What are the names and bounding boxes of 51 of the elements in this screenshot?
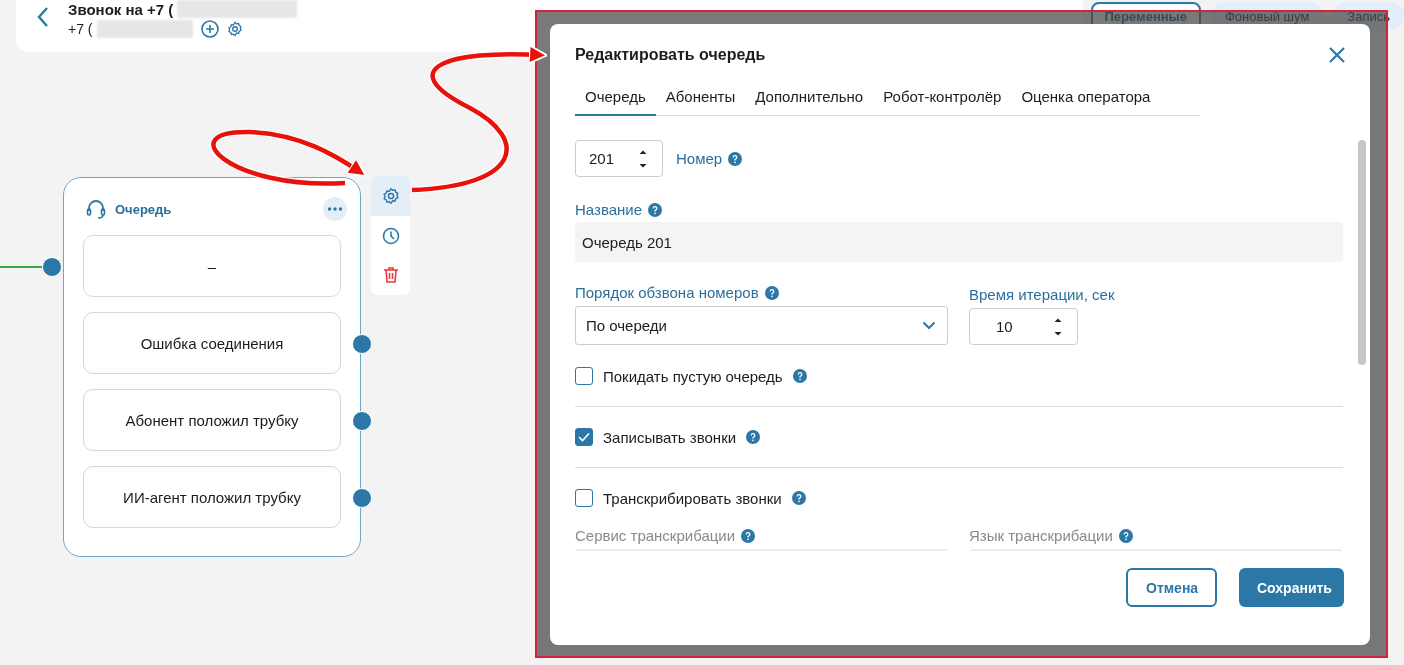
field-label: Время итерации, сек (969, 286, 1115, 303)
checkmark-icon (578, 432, 590, 442)
input-field[interactable]: Очередь 201 (575, 222, 1343, 262)
scrollbar-thumb[interactable] (1358, 140, 1366, 365)
tab[interactable]: Дополнительно (745, 80, 874, 116)
field-label: Язык транскрибации (969, 527, 1113, 544)
field-label: Номер (676, 150, 723, 167)
checkbox-label: Транскрибировать звонки (603, 489, 782, 507)
help-icon[interactable] (1118, 528, 1133, 543)
close-icon[interactable] (1328, 46, 1346, 64)
dialog-title: Редактировать очередь (575, 46, 766, 64)
settings-icon[interactable] (381, 186, 400, 205)
save-button[interactable]: Сохранить (1239, 568, 1344, 607)
tab[interactable]: Робот-контролёр (873, 80, 1012, 116)
back-icon[interactable] (36, 6, 50, 28)
checkbox-label: Покидать пустую очередь (603, 367, 783, 385)
checkbox[interactable] (575, 489, 593, 507)
help-icon[interactable] (648, 202, 663, 217)
field-label: Сервис транскрибации (575, 527, 736, 544)
field-label: Название (575, 201, 643, 218)
dropdown[interactable]: По очереди (575, 306, 948, 345)
output-port[interactable] (352, 334, 372, 354)
call-title: Звонок на +7 ( (68, 0, 174, 18)
chevron-down-icon (922, 321, 936, 330)
number-field[interactable]: 201 (575, 140, 663, 177)
headset-icon (85, 198, 107, 220)
node-title: Очередь (115, 201, 173, 217)
checkbox-label: Записывать звонки (603, 428, 737, 446)
help-icon[interactable] (791, 491, 806, 505)
help-icon[interactable] (746, 430, 761, 444)
settings-icon[interactable] (226, 21, 243, 37)
checkbox[interactable] (575, 367, 593, 385)
phone-number: +7 ( (68, 21, 93, 37)
plus-icon[interactable] (200, 20, 219, 38)
help-icon[interactable] (741, 528, 756, 543)
field-label: Порядок обзвона номеров (575, 284, 759, 301)
input-port[interactable] (42, 257, 62, 277)
output-port[interactable] (352, 488, 372, 508)
output-port[interactable] (352, 411, 372, 431)
number-field[interactable]: 10 (969, 308, 1078, 345)
help-icon[interactable] (764, 285, 779, 300)
trash-icon[interactable] (381, 266, 400, 285)
tab[interactable]: Оценка оператора (1011, 80, 1161, 116)
help-icon[interactable] (728, 151, 743, 166)
help-icon[interactable] (792, 369, 807, 383)
more-icon[interactable] (323, 197, 347, 221)
cancel-button[interactable]: Отмена (1126, 568, 1217, 607)
tab[interactable]: Абоненты (655, 80, 746, 116)
tab[interactable]: Очередь (575, 80, 656, 116)
clock-icon[interactable] (381, 226, 400, 245)
checkbox[interactable] (575, 428, 593, 446)
